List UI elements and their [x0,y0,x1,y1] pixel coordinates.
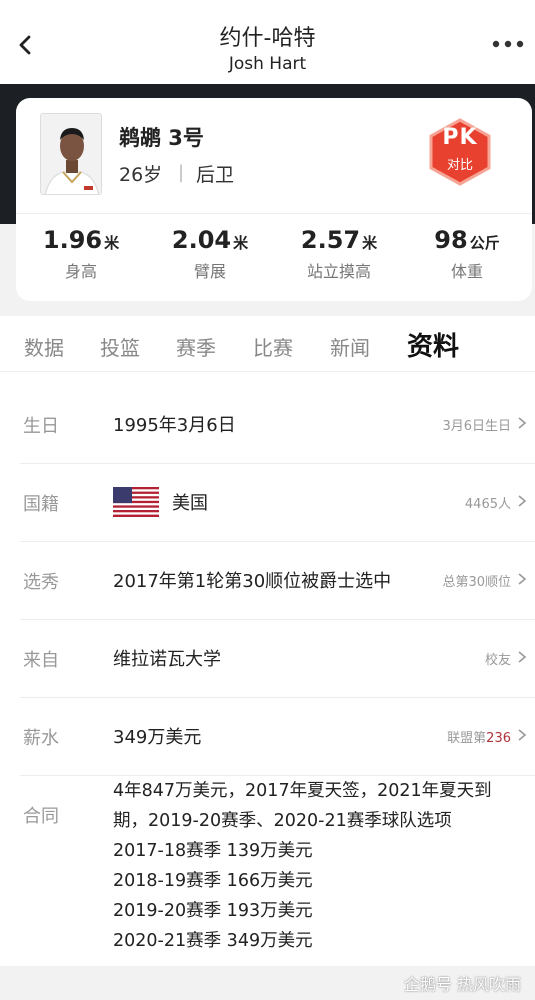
contract-line: 2018-19赛季 166万美元 [113,871,313,891]
nationality-value: 美国 [172,493,208,514]
pk-sub-label: 对比 [446,158,473,173]
salary-rank-number: 236 [486,731,511,746]
salary-rank-prefix: 联盟第 [447,731,487,746]
stat-label: 臂展 [193,262,226,281]
salary-rank-link[interactable]: 联盟第236 [447,727,511,746]
stat-weight: 98 公斤 体重 [402,226,532,282]
tab-shooting[interactable]: 投篮 [100,332,140,361]
contract-line: 2019-20赛季 193万美元 [113,901,313,921]
alumni-link[interactable]: 校友 [485,649,511,668]
row-label: 来自 [23,650,59,671]
watermark: 企鹅号 热风吹雨 [403,975,521,994]
stat-wingspan: 2.04 米 臂展 [145,226,275,282]
player-position: 后卫 [196,164,235,186]
contract-line: 4年847万美元，2017年夏天签，2021年夏天到 [113,781,492,801]
info-separator: | [178,162,185,183]
stat-value: 2.57 [300,226,361,254]
row-label: 选秀 [23,572,59,593]
row-label: 国籍 [23,494,59,515]
contract-line: 2017-18赛季 139万美元 [113,841,313,861]
player-age: 26岁 [119,164,163,186]
player-card: 鹈鹕 3号 26岁 | 后卫 PK 对比 1.96 米 身高 2.04 米 臂展 2… [16,98,532,301]
birthday-link[interactable]: 3月6日生日 [442,415,511,434]
stat-value: 98 [434,226,468,254]
stat-label: 体重 [450,262,483,281]
tab-games[interactable]: 比赛 [253,332,293,361]
tab-news[interactable]: 新闻 [330,332,370,361]
stat-unit: 公斤 [469,234,500,252]
footer-bar: 企鹅号 热风吹雨 [0,966,535,1000]
stat-unit: 米 [233,234,249,252]
player-avatar[interactable] [40,113,102,195]
tab-bar: 数据 投篮 赛季 比赛 新闻 资料 [0,316,535,372]
top-nav: 约什-哈特 Josh Hart [0,0,535,84]
stat-label: 身高 [64,262,97,281]
contract-line: 2020-21赛季 349万美元 [113,931,313,951]
row-label: 薪水 [23,728,59,749]
chevron-right-icon [518,573,527,585]
chevron-right-icon [518,729,527,741]
more-dots-icon[interactable] [491,36,525,52]
stat-unit: 米 [362,234,378,252]
stat-unit: 米 [104,234,120,252]
draft-value: 2017年第1轮第30顺位被爵士选中 [113,571,392,592]
team-and-number: 鹈鹕 3号 [119,126,204,150]
stat-height: 1.96 米 身高 [16,226,146,282]
card-divider [16,213,532,214]
stat-value: 2.04 [171,226,232,254]
contract-details: 4年847万美元，2017年夏天签，2021年夏天到 期，2019-20赛季、2… [113,776,528,956]
page-title: 约什-哈特 [219,26,316,51]
nationality-count-link[interactable]: 4465人 [465,493,511,512]
chevron-right-icon [518,495,527,507]
stat-standing-reach: 2.57 米 站立摸高 [274,226,404,282]
tab-season[interactable]: 赛季 [176,332,216,361]
row-birthday[interactable]: 生日 1995年3月6日 3月6日生日 [0,386,535,464]
contract-line: 期，2019-20赛季、2020-21赛季球队选项 [113,811,452,831]
stat-label: 站立摸高 [306,262,371,281]
row-draft[interactable]: 选秀 2017年第1轮第30顺位被爵士选中 总第30顺位 [0,542,535,620]
tab-profile[interactable]: 资料 [407,326,459,363]
tab-data[interactable]: 数据 [24,332,64,361]
row-college[interactable]: 来自 维拉诺瓦大学 校友 [0,620,535,698]
contract-label: 合同 [23,806,59,827]
salary-value: 349万美元 [113,727,202,748]
stat-value: 1.96 [42,226,103,254]
row-salary[interactable]: 薪水 349万美元 联盟第236 [0,698,535,776]
chevron-right-icon [518,417,527,429]
college-value: 维拉诺瓦大学 [113,649,221,670]
draft-pick-link[interactable]: 总第30顺位 [442,571,511,590]
row-nationality[interactable]: 国籍 美国 4465人 [0,464,535,542]
page-subtitle: Josh Hart [228,54,307,74]
pk-compare-button[interactable]: PK 对比 [426,118,494,186]
chevron-right-icon [518,651,527,663]
us-flag-icon [113,487,159,517]
birthday-value: 1995年3月6日 [113,415,236,436]
row-label: 生日 [23,416,59,437]
pk-label: PK [442,125,478,150]
